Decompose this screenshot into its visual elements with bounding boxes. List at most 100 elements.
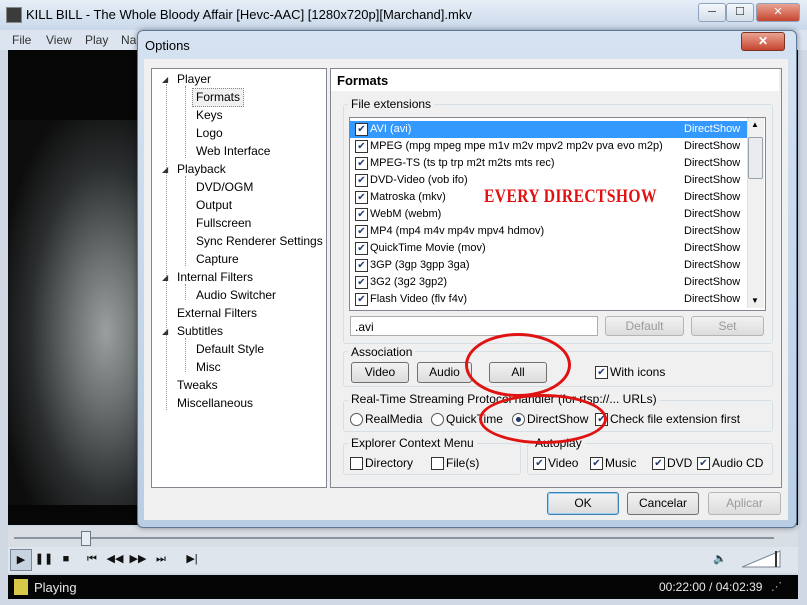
menu-file[interactable]: File	[12, 33, 31, 47]
realmedia-radio[interactable]	[350, 413, 363, 426]
dialog-close-button[interactable]: ✕	[741, 32, 785, 51]
format-checkbox[interactable]: ✔	[355, 123, 368, 136]
cancel-button[interactable]: Cancelar	[627, 492, 699, 515]
autoplay-music-checkbox[interactable]: ✔	[590, 457, 603, 470]
format-checkbox[interactable]: ✔	[355, 208, 368, 221]
files-checkbox[interactable]	[431, 457, 444, 470]
status-icon	[14, 579, 28, 595]
format-name: AVI (avi)	[370, 123, 412, 135]
list-item[interactable]: ✔ MPEG (mpg mpeg mpe m1v m2v mpv2 mp2v pv…	[350, 138, 748, 155]
list-item[interactable]: ✔ Flash Video (flv f4v) DirectShow	[350, 291, 748, 308]
autoplay-video-checkbox[interactable]: ✔	[533, 457, 546, 470]
format-list[interactable]: ✔ AVI (avi) DirectShow ✔ MPEG (mpg mpeg mpe…	[349, 117, 766, 311]
tree-item-web-interface[interactable]: Web Interface	[196, 144, 270, 158]
page-header: Formats	[331, 69, 779, 91]
list-item[interactable]: ✔ QuickTime Movie (mov) DirectShow	[350, 240, 748, 257]
list-item[interactable]: ✔ AVI (avi) DirectShow	[350, 121, 748, 138]
play-icon[interactable]: ▶	[10, 549, 32, 571]
default-button[interactable]: Default	[605, 316, 684, 336]
format-checkbox[interactable]: ✔	[355, 225, 368, 238]
frame-step-icon[interactable]: ▶|	[182, 549, 202, 569]
tree-item-capture[interactable]: Capture	[196, 252, 239, 266]
volume-icon[interactable]: 🔈	[710, 549, 730, 569]
scrollbar-thumb[interactable]	[748, 137, 763, 179]
tree-item-output[interactable]: Output	[196, 198, 232, 212]
menu-navigate[interactable]: Na	[121, 33, 136, 47]
rewind-icon[interactable]: ◀◀	[105, 549, 125, 569]
directory-checkbox[interactable]	[350, 457, 363, 470]
close-button[interactable]: ✕	[756, 3, 800, 22]
format-checkbox[interactable]: ✔	[355, 293, 368, 306]
tree-item-internal-filters[interactable]: Internal Filters	[177, 270, 253, 284]
extension-input[interactable]: .avi	[350, 316, 598, 336]
collapse-icon[interactable]: ◢	[162, 273, 168, 282]
autoplay-music-label: Music	[605, 456, 637, 470]
stop-icon[interactable]: ■	[56, 549, 76, 569]
list-item[interactable]: ✔ MP4 (mp4 m4v mp4v mpv4 hdmov) DirectShow	[350, 223, 748, 240]
tree-item-subtitles[interactable]: Subtitles	[177, 324, 223, 338]
format-checkbox[interactable]: ✔	[355, 140, 368, 153]
scroll-up-icon[interactable]: ▲	[751, 120, 759, 129]
forward-icon[interactable]: ▶▶	[128, 549, 148, 569]
tree-item-fullscreen[interactable]: Fullscreen	[196, 216, 251, 230]
format-handler: DirectShow	[684, 140, 741, 152]
format-name: MP4 (mp4 m4v mp4v mpv4 hdmov)	[370, 225, 545, 237]
tree-item-audio-switcher[interactable]: Audio Switcher	[196, 288, 276, 302]
autoplay-audio-cd-checkbox[interactable]: ✔	[697, 457, 710, 470]
quicktime-radio[interactable]	[431, 413, 444, 426]
minimize-button[interactable]: ─	[698, 3, 726, 22]
apply-button[interactable]: Aplicar	[708, 492, 781, 515]
autoplay-dvd-checkbox[interactable]: ✔	[652, 457, 665, 470]
audio-button[interactable]: Audio	[417, 362, 472, 383]
collapse-icon[interactable]: ◢	[162, 327, 168, 336]
set-button[interactable]: Set	[691, 316, 764, 336]
tree-item-formats[interactable]: Formats	[196, 90, 240, 104]
with-icons-checkbox[interactable]: ✔	[595, 366, 608, 379]
format-handler: DirectShow	[684, 242, 741, 254]
format-name: 3GP (3gp 3gpp 3ga)	[370, 259, 470, 271]
tree-item-misc[interactable]: Misc	[196, 360, 221, 374]
tree-item-player[interactable]: Player	[177, 72, 211, 86]
tree-item-logo[interactable]: Logo	[196, 126, 223, 140]
tree-item-external-filters[interactable]: External Filters	[177, 306, 257, 320]
tree-item-miscellaneous[interactable]: Miscellaneous	[177, 396, 253, 410]
format-name: Flash Video (flv f4v)	[370, 293, 468, 305]
volume-slider[interactable]	[742, 549, 782, 569]
collapse-icon[interactable]: ◢	[162, 165, 168, 174]
autoplay-video-label: Video	[548, 456, 579, 470]
tree-item-playback[interactable]: Playback	[177, 162, 226, 176]
format-checkbox[interactable]: ✔	[355, 242, 368, 255]
list-item[interactable]: ✔ WebM (webm) DirectShow	[350, 206, 748, 223]
directory-label: Directory	[365, 456, 414, 470]
playback-controls	[8, 547, 798, 573]
format-checkbox[interactable]: ✔	[355, 157, 368, 170]
annotation-circle-all	[465, 333, 571, 397]
menu-view[interactable]: View	[46, 33, 72, 47]
tree-item-default-style[interactable]: Default Style	[196, 342, 264, 356]
seek-thumb[interactable]	[81, 531, 91, 546]
skip-forward-icon[interactable]: ⏭	[151, 549, 171, 569]
pause-icon[interactable]: ❚❚	[34, 549, 54, 569]
annotation-text: EVERY DIRECTSHOW	[484, 186, 657, 207]
menu-play[interactable]: Play	[85, 33, 108, 47]
format-checkbox[interactable]: ✔	[355, 191, 368, 204]
maximize-button[interactable]: ☐	[726, 3, 754, 22]
skip-back-icon[interactable]: ⏮	[82, 549, 102, 569]
tree-item-tweaks[interactable]: Tweaks	[177, 378, 218, 392]
list-item[interactable]: ✔ 3G2 (3g2 3gp2) DirectShow	[350, 274, 748, 291]
format-name: Matroska (mkv)	[370, 191, 446, 203]
tree-item-keys[interactable]: Keys	[196, 108, 223, 122]
list-item[interactable]: ✔ 3GP (3gp 3gpp 3ga) DirectShow	[350, 257, 748, 274]
list-item[interactable]: ✔ MPEG-TS (ts tp trp m2t m2ts mts rec) Dir…	[350, 155, 748, 172]
ok-button[interactable]: OK	[547, 492, 619, 515]
collapse-icon[interactable]: ◢	[162, 75, 168, 84]
scroll-down-icon[interactable]: ▼	[751, 296, 759, 305]
tree-item-dvd-ogm[interactable]: DVD/OGM	[196, 180, 253, 194]
video-button[interactable]: Video	[351, 362, 409, 383]
format-checkbox[interactable]: ✔	[355, 259, 368, 272]
format-checkbox[interactable]: ✔	[355, 174, 368, 187]
format-name: 3G2 (3g2 3gp2)	[370, 276, 448, 288]
autoplay-dvd-label: DVD	[667, 456, 693, 470]
tree-item-sync-renderer-settings[interactable]: Sync Renderer Settings	[196, 234, 323, 248]
format-checkbox[interactable]: ✔	[355, 276, 368, 289]
